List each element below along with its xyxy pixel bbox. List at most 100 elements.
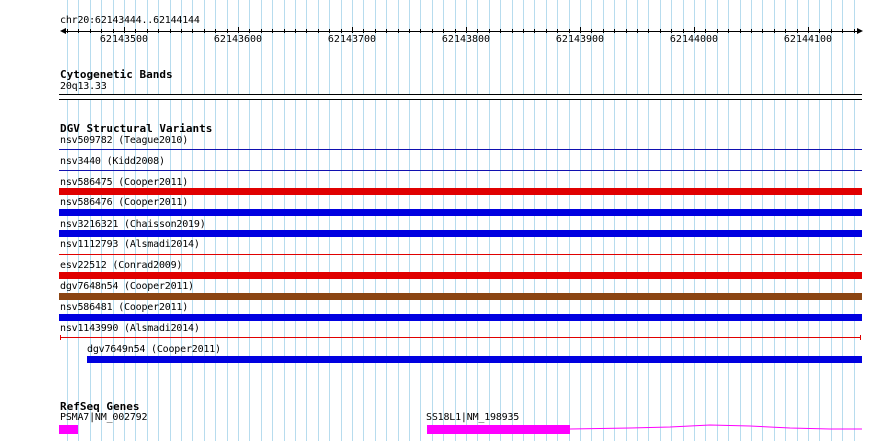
ruler-tick-label: 62144100 xyxy=(783,34,833,45)
ruler-tick xyxy=(842,29,843,33)
grid-line xyxy=(329,0,330,441)
grid-line xyxy=(705,0,706,441)
variant-bar[interactable] xyxy=(59,188,862,195)
grid-line xyxy=(409,0,410,441)
ruler-tick xyxy=(443,29,444,33)
grid-line xyxy=(580,0,581,441)
variant-bar[interactable] xyxy=(59,254,862,255)
ruler-tick xyxy=(375,29,376,33)
grid-line xyxy=(455,0,456,441)
grid-line xyxy=(261,0,262,441)
ruler-tick xyxy=(534,29,535,33)
variant-bar[interactable] xyxy=(59,272,862,279)
ruler-tick xyxy=(489,29,490,33)
ruler-tick xyxy=(363,29,364,33)
grid-line xyxy=(774,0,775,441)
grid-line xyxy=(398,0,399,441)
gene-exon[interactable] xyxy=(427,425,570,434)
grid-line xyxy=(477,0,478,441)
grid-line xyxy=(671,0,672,441)
ruler-tick xyxy=(557,29,558,33)
ruler-tick xyxy=(728,29,729,33)
grid-line xyxy=(512,0,513,441)
ruler-tick xyxy=(717,29,718,33)
grid-line xyxy=(466,0,467,441)
ruler-tick xyxy=(318,29,319,33)
ruler-coordinates: chr20:62143444..62144144 xyxy=(60,15,200,26)
variant-label: nsv586476 (Cooper2011) xyxy=(60,197,189,208)
variant-bar[interactable] xyxy=(59,293,862,300)
grid-line xyxy=(660,0,661,441)
variant-label: dgv7649n54 (Cooper2011) xyxy=(87,344,221,355)
cytoband-label: 20q13.33 xyxy=(60,81,107,92)
grid-line xyxy=(318,0,319,441)
variant-bar[interactable] xyxy=(59,230,862,237)
grid-line xyxy=(717,0,718,441)
ruler-tick xyxy=(227,29,228,33)
gene-intron-line[interactable] xyxy=(570,420,862,436)
ruler-tick xyxy=(705,29,706,33)
variant-bar[interactable] xyxy=(60,335,861,340)
grid-line xyxy=(751,0,752,441)
ruler-tick xyxy=(90,29,91,33)
grid-line xyxy=(683,0,684,441)
grid-line xyxy=(443,0,444,441)
ruler-tick xyxy=(797,29,798,33)
ruler-tick xyxy=(101,29,102,33)
ruler-tick xyxy=(660,29,661,33)
grid-line xyxy=(626,0,627,441)
genome-browser-view: chr20:62143444..62144144 62143500 621436… xyxy=(0,0,890,441)
ruler-tick-label: 62143500 xyxy=(99,34,149,45)
ruler-tick xyxy=(249,29,250,33)
variant-bar[interactable] xyxy=(59,170,862,171)
grid-line xyxy=(854,0,855,441)
ruler-tick xyxy=(192,29,193,33)
ruler-tick xyxy=(819,29,820,33)
grid-line xyxy=(500,0,501,441)
ruler-tick xyxy=(762,29,763,33)
ruler-tick xyxy=(284,29,285,33)
grid-line xyxy=(819,0,820,441)
ruler-tick xyxy=(637,29,638,33)
grid-line xyxy=(432,0,433,441)
grid-line xyxy=(523,0,524,441)
ruler-tick xyxy=(158,29,159,33)
ruler-tick xyxy=(614,29,615,33)
ruler-tick xyxy=(751,29,752,33)
ruler-tick-label: 62144000 xyxy=(669,34,719,45)
ruler-tick xyxy=(774,29,775,33)
variant-label: nsv509782 (Teague2010) xyxy=(60,135,189,146)
grid-line xyxy=(215,0,216,441)
ruler-tick xyxy=(512,29,513,33)
cytoband-outline[interactable] xyxy=(59,94,862,100)
ruler-right-arrow-icon xyxy=(857,28,863,34)
ruler-tick xyxy=(215,29,216,33)
ruler-tick xyxy=(785,29,786,33)
ruler-tick xyxy=(648,29,649,33)
grid-line xyxy=(284,0,285,441)
gene-label: PSMA7|NM_002792 xyxy=(60,412,148,423)
ruler-tick xyxy=(124,27,125,33)
ruler-tick xyxy=(386,29,387,33)
ruler-tick-label: 62143900 xyxy=(555,34,605,45)
variant-bar[interactable] xyxy=(87,356,862,363)
gene-exon[interactable] xyxy=(59,425,78,434)
grid-line xyxy=(614,0,615,441)
grid-line xyxy=(842,0,843,441)
grid-line xyxy=(648,0,649,441)
grid-line xyxy=(420,0,421,441)
ruler-tick xyxy=(398,29,399,33)
ruler-tick xyxy=(135,29,136,33)
grid-line xyxy=(363,0,364,441)
variant-bar[interactable] xyxy=(59,314,862,321)
variant-bar[interactable] xyxy=(59,209,862,216)
ruler-tick xyxy=(409,29,410,33)
ruler-tick-label: 62143800 xyxy=(441,34,491,45)
grid-line xyxy=(534,0,535,441)
ruler-tick-label: 62143700 xyxy=(327,34,377,45)
grid-line xyxy=(238,0,239,441)
ruler-tick xyxy=(831,29,832,33)
ruler-tick xyxy=(683,29,684,33)
ruler-tick xyxy=(455,29,456,33)
variant-bar[interactable] xyxy=(59,149,862,150)
